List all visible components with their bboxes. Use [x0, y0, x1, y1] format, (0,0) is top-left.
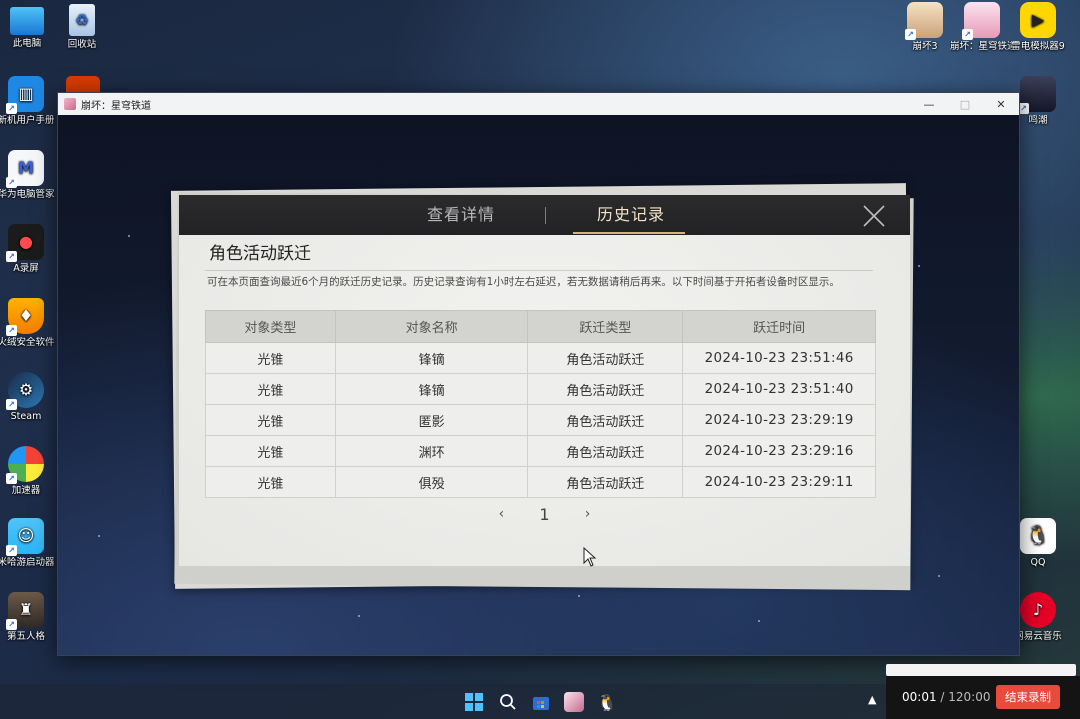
current-page-number: 1	[539, 504, 550, 524]
cell-item-type: 光锥	[205, 404, 336, 436]
close-dialog-button[interactable]	[859, 201, 889, 231]
game-window: 崩坏：星穹铁道 — □ ✕ 查看详情 历史记录 角色活动跃迁 可在本页面查询最近…	[57, 92, 1020, 656]
star-rail-app-icon	[64, 98, 76, 110]
screen-recorder-icon: ● ↗	[6, 224, 44, 262]
history-dialog: 查看详情 历史记录 角色活动跃迁 可在本页面查询最近6个月的跃迁历史记录。历史记…	[179, 195, 910, 566]
tray-expand-icon[interactable]: ▲	[868, 693, 876, 706]
desktop-icon-identity-v[interactable]: ♜ ↗ 第五人格	[0, 592, 58, 643]
history-table: 对象类型 对象名称 跃迁类型 跃迁时间 光锥 锋镝 角色活动跃迁 2024-10…	[205, 310, 876, 498]
qq-icon: 🐧	[1020, 518, 1056, 554]
cell-item-type: 光锥	[205, 373, 336, 405]
desktop-icon-recycle-bin[interactable]: ♻ 回收站	[50, 4, 114, 51]
tab-divider	[545, 207, 546, 224]
desktop-icon-mihoyo-launcher[interactable]: ☺ ↗ 米哈游启动器	[0, 518, 58, 569]
tray-notification-strip	[886, 664, 1076, 676]
desktop-icon-honkai3[interactable]: ↗ 崩坏3	[893, 2, 957, 53]
recycle-bin-icon: ♻	[69, 4, 95, 36]
desktop-icon-star-rail[interactable]: ↗ 崩坏：星穹铁道	[950, 2, 1014, 53]
desktop-icon-steam[interactable]: ⚙ ↗ Steam	[0, 372, 58, 423]
store-icon[interactable]	[530, 691, 552, 713]
steam-icon: ⚙ ↗	[6, 372, 44, 410]
desktop-icon-accelerator[interactable]: ↗ 加速器	[0, 446, 58, 497]
manual-icon: ▥ ↗	[6, 76, 44, 114]
maximize-button[interactable]: □	[947, 93, 983, 115]
cell-item-name: 俱殁	[334, 466, 529, 498]
cell-warp-type: 角色活动跃迁	[527, 435, 684, 467]
table-row: 光锥 锋镝 角色活动跃迁 2024-10-23 23:51:40	[205, 373, 876, 405]
mouse-cursor-icon	[583, 547, 597, 567]
dialog-title: 角色活动跃迁	[209, 244, 311, 264]
prev-page-button[interactable]: ‹	[493, 506, 509, 522]
total-time: / 120:00	[940, 690, 991, 704]
table-header-row: 对象类型 对象名称 跃迁类型 跃迁时间	[205, 310, 876, 343]
tab-history[interactable]: 历史记录	[597, 195, 665, 235]
wuthering-waves-icon: ↗	[1018, 76, 1056, 114]
title-divider	[205, 270, 873, 271]
table-row: 光锥 匿影 角色活动跃迁 2024-10-23 23:29:19	[205, 404, 876, 436]
close-window-button[interactable]: ✕	[983, 93, 1019, 115]
game-viewport: 查看详情 历史记录 角色活动跃迁 可在本页面查询最近6个月的跃迁历史记录。历史记…	[58, 115, 1019, 655]
dialog-header: 查看详情 历史记录	[179, 195, 910, 235]
recording-panel: 00:01 / 120:00 结束录制	[886, 676, 1080, 719]
window-titlebar[interactable]: 崩坏：星穹铁道 — □ ✕	[58, 93, 1019, 115]
identity-v-icon: ♜ ↗	[6, 592, 44, 630]
column-header: 跃迁类型	[527, 310, 684, 343]
accelerator-icon: ↗	[6, 446, 44, 484]
mihoyo-launcher-icon: ☺ ↗	[6, 518, 44, 556]
elapsed-time: 00:01	[902, 690, 937, 704]
column-header: 对象类型	[205, 310, 336, 343]
table-row: 光锥 俱殁 角色活动跃迁 2024-10-23 23:29:11	[205, 466, 876, 498]
cell-warp-type: 角色活动跃迁	[527, 373, 684, 405]
desktop-icon-huorong[interactable]: ♦ ↗ 火绒安全软件	[0, 298, 58, 349]
cell-item-name: 渊环	[334, 435, 529, 467]
minimize-button[interactable]: —	[911, 93, 947, 115]
huawei-manager-icon: M ↗	[6, 150, 44, 188]
netease-music-icon: ♪	[1020, 592, 1056, 628]
desktop-icon-ldplayer[interactable]: ▶ 雷电模拟器9	[1006, 2, 1070, 53]
close-icon	[863, 205, 885, 227]
cell-item-name: 锋镝	[334, 373, 529, 405]
column-header: 跃迁时间	[682, 310, 876, 343]
windows-start-icon[interactable]	[463, 691, 485, 713]
cell-warp-time: 2024-10-23 23:51:46	[682, 342, 876, 374]
cell-warp-type: 角色活动跃迁	[527, 342, 684, 374]
honkai3-icon: ↗	[905, 2, 943, 40]
office-icon[interactable]	[66, 76, 100, 92]
stop-recording-button[interactable]: 结束录制	[996, 685, 1060, 709]
active-tab-indicator	[573, 232, 685, 234]
desktop-icon-manual[interactable]: ▥ ↗ 新机用户手册	[0, 76, 58, 127]
cell-warp-time: 2024-10-23 23:51:40	[682, 373, 876, 405]
window-title: 崩坏：星穹铁道	[81, 100, 151, 112]
cell-warp-type: 角色活动跃迁	[527, 404, 684, 436]
desktop-icon-screen-recorder[interactable]: ● ↗ A录屏	[0, 224, 58, 275]
cell-warp-time: 2024-10-23 23:29:16	[682, 435, 876, 467]
star-rail-taskbar-icon[interactable]	[563, 691, 585, 713]
cell-item-name: 锋镝	[334, 342, 529, 374]
qq-taskbar-icon[interactable]: 🐧	[596, 691, 618, 713]
star-rail-icon: ↗	[962, 2, 1000, 40]
table-row: 光锥 渊环 角色活动跃迁 2024-10-23 23:29:16	[205, 435, 876, 467]
computer-icon	[10, 7, 44, 35]
table-row: 光锥 锋镝 角色活动跃迁 2024-10-23 23:51:46	[205, 342, 876, 374]
cell-item-name: 匿影	[334, 404, 529, 436]
huorong-icon: ♦ ↗	[6, 298, 44, 336]
next-page-button[interactable]: ›	[580, 506, 596, 522]
desktop-icon-huawei-manager[interactable]: M ↗ 华为电脑管家	[0, 150, 58, 201]
cell-warp-type: 角色活动跃迁	[527, 466, 684, 498]
search-icon[interactable]	[497, 691, 519, 713]
ldplayer-icon: ▶	[1020, 2, 1056, 38]
cell-warp-time: 2024-10-23 23:29:19	[682, 404, 876, 436]
cell-item-type: 光锥	[205, 466, 336, 498]
dialog-description: 可在本页面查询最近6个月的跃迁历史记录。历史记录查询有1小时左右延迟，若无数据请…	[207, 276, 840, 288]
cell-warp-time: 2024-10-23 23:29:11	[682, 466, 876, 498]
pagination: ‹ 1 ›	[179, 502, 910, 526]
recording-timer: 00:01 / 120:00	[902, 690, 991, 704]
cell-item-type: 光锥	[205, 342, 336, 374]
tab-view-details[interactable]: 查看详情	[427, 195, 495, 235]
column-header: 对象名称	[334, 310, 529, 343]
cell-item-type: 光锥	[205, 435, 336, 467]
